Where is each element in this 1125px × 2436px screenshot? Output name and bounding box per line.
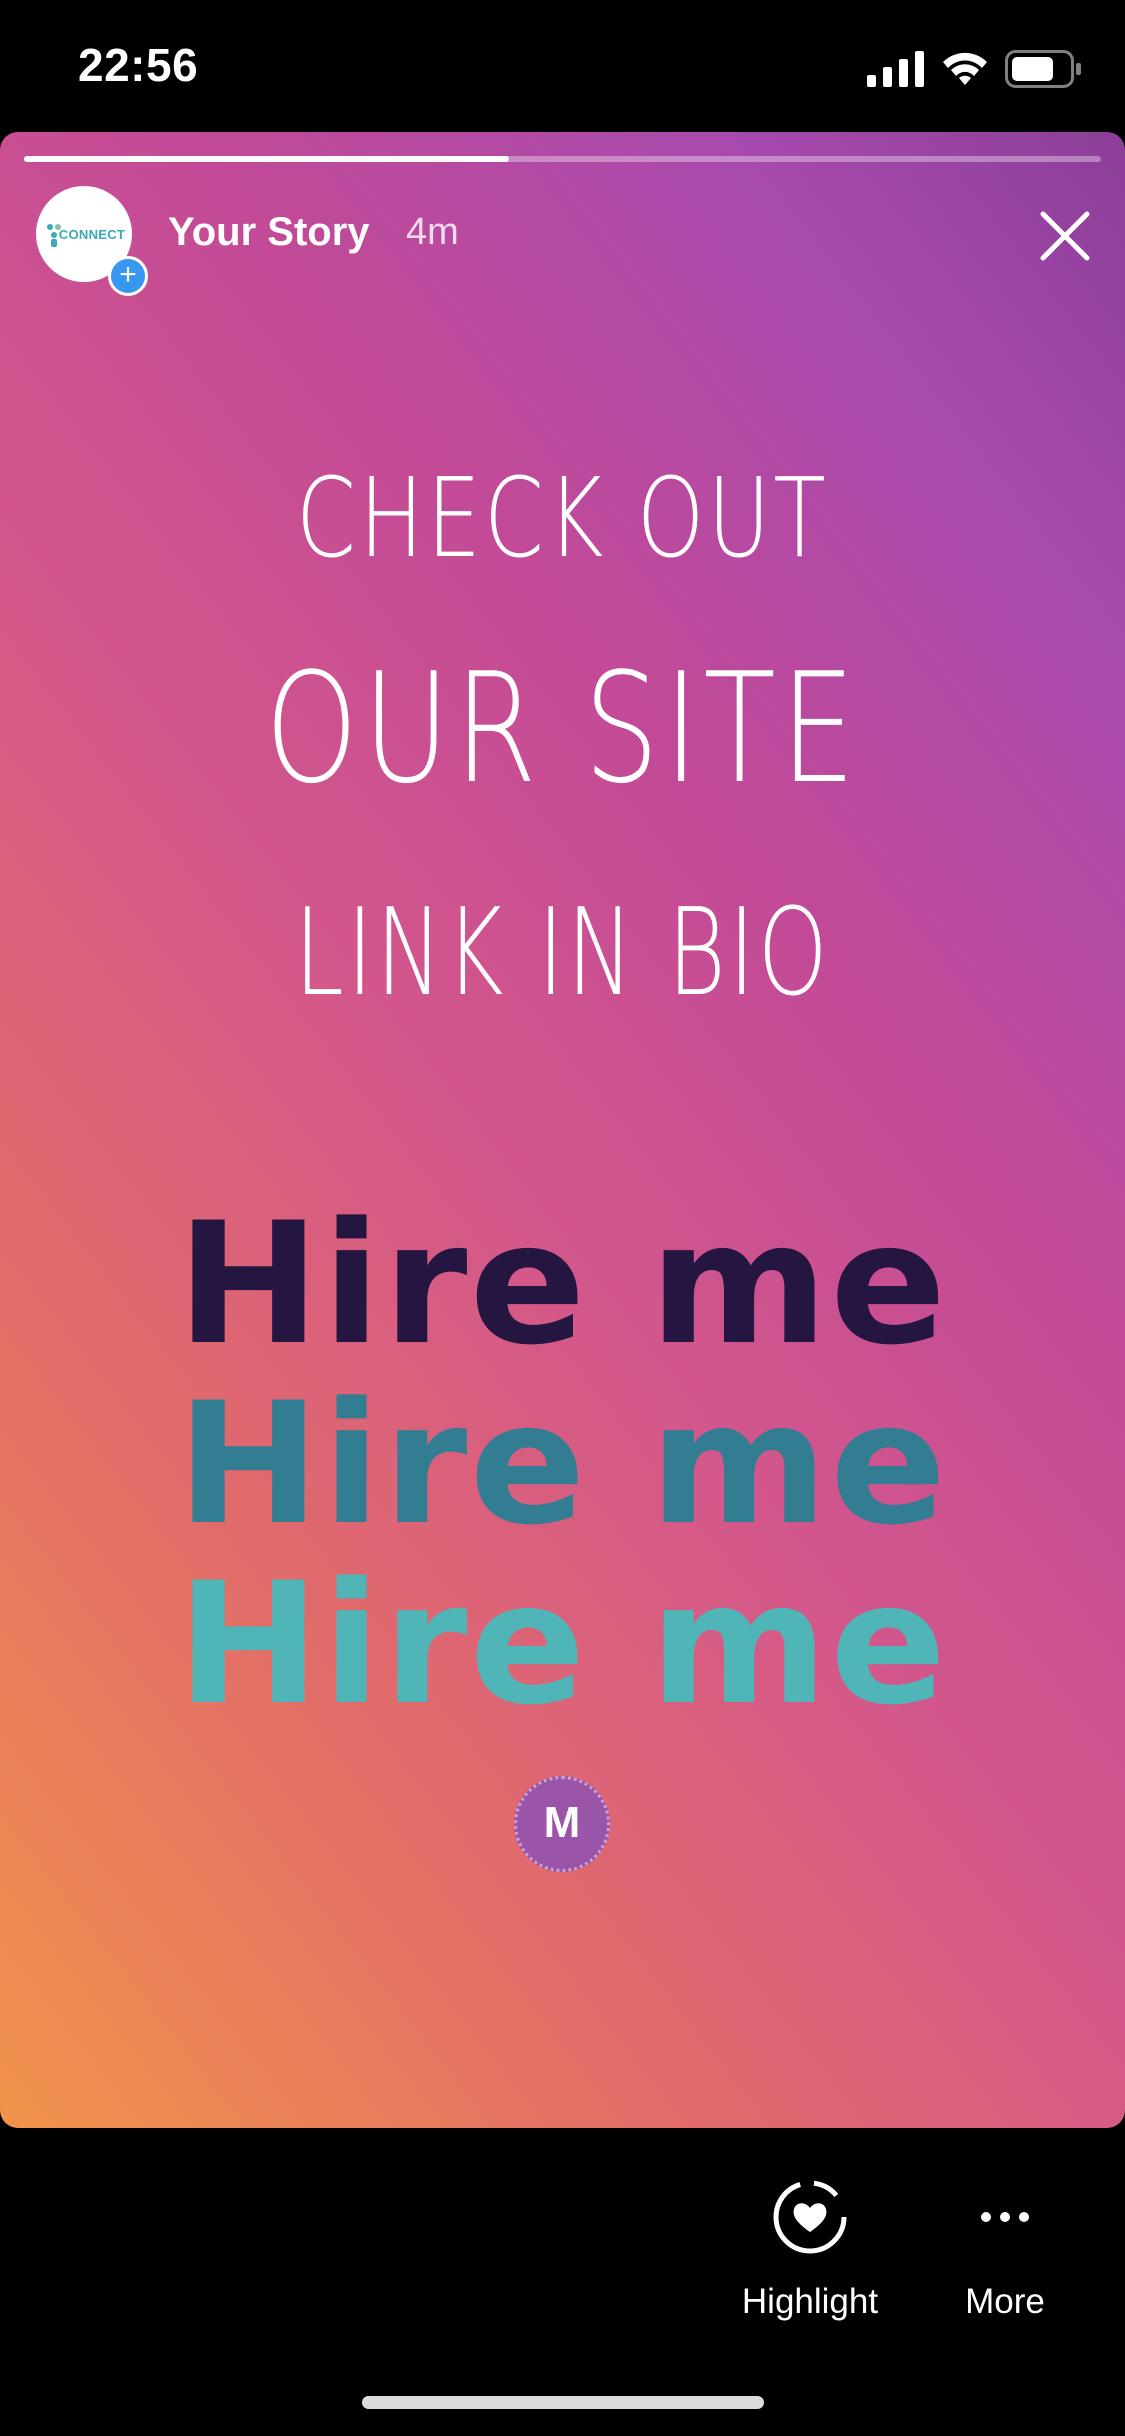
more-button[interactable]: More: [930, 2178, 1080, 2322]
highlight-button[interactable]: Highlight: [720, 2178, 900, 2322]
hire-me-text-1: Hire me: [176, 1186, 949, 1382]
story-actions-bar: Highlight More: [0, 2128, 1125, 2436]
connect-logo-icon: [47, 224, 61, 247]
signal-icon: [867, 51, 924, 87]
story-progress-fill: [24, 156, 509, 162]
m-sticker[interactable]: M: [514, 1776, 610, 1872]
add-story-icon[interactable]: +: [108, 256, 148, 296]
status-bar: 22:56: [0, 0, 1125, 132]
story-card[interactable]: CONNECT + Your Story 4m CHECK OUT OUR SI…: [0, 132, 1125, 2128]
wifi-icon: [943, 52, 987, 85]
headline-link-in-bio: LINK IN BIO: [294, 884, 831, 1023]
highlight-label: Highlight: [741, 2282, 879, 2321]
hire-me-text-2: Hire me: [176, 1366, 949, 1562]
status-time: 22:56: [78, 39, 199, 91]
status-icons: [867, 50, 1083, 88]
story-owner-name[interactable]: Your Story: [168, 210, 370, 255]
battery-icon: [1005, 50, 1081, 88]
highlight-heart-icon: [773, 2180, 847, 2254]
story-timestamp: 4m: [406, 211, 459, 253]
headline-check-out: CHECK OUT: [296, 454, 829, 582]
hire-me-text-3: Hire me: [176, 1546, 949, 1742]
more-label: More: [965, 2282, 1045, 2321]
story-progress-bar: [24, 156, 1101, 162]
close-icon[interactable]: [1035, 206, 1095, 266]
home-indicator[interactable]: [362, 2396, 764, 2409]
more-icon: [981, 2212, 1029, 2222]
avatar-logo-text: CONNECT: [58, 226, 126, 242]
avatar[interactable]: CONNECT +: [36, 186, 148, 296]
headline-our-site: OUR SITE: [264, 640, 861, 817]
